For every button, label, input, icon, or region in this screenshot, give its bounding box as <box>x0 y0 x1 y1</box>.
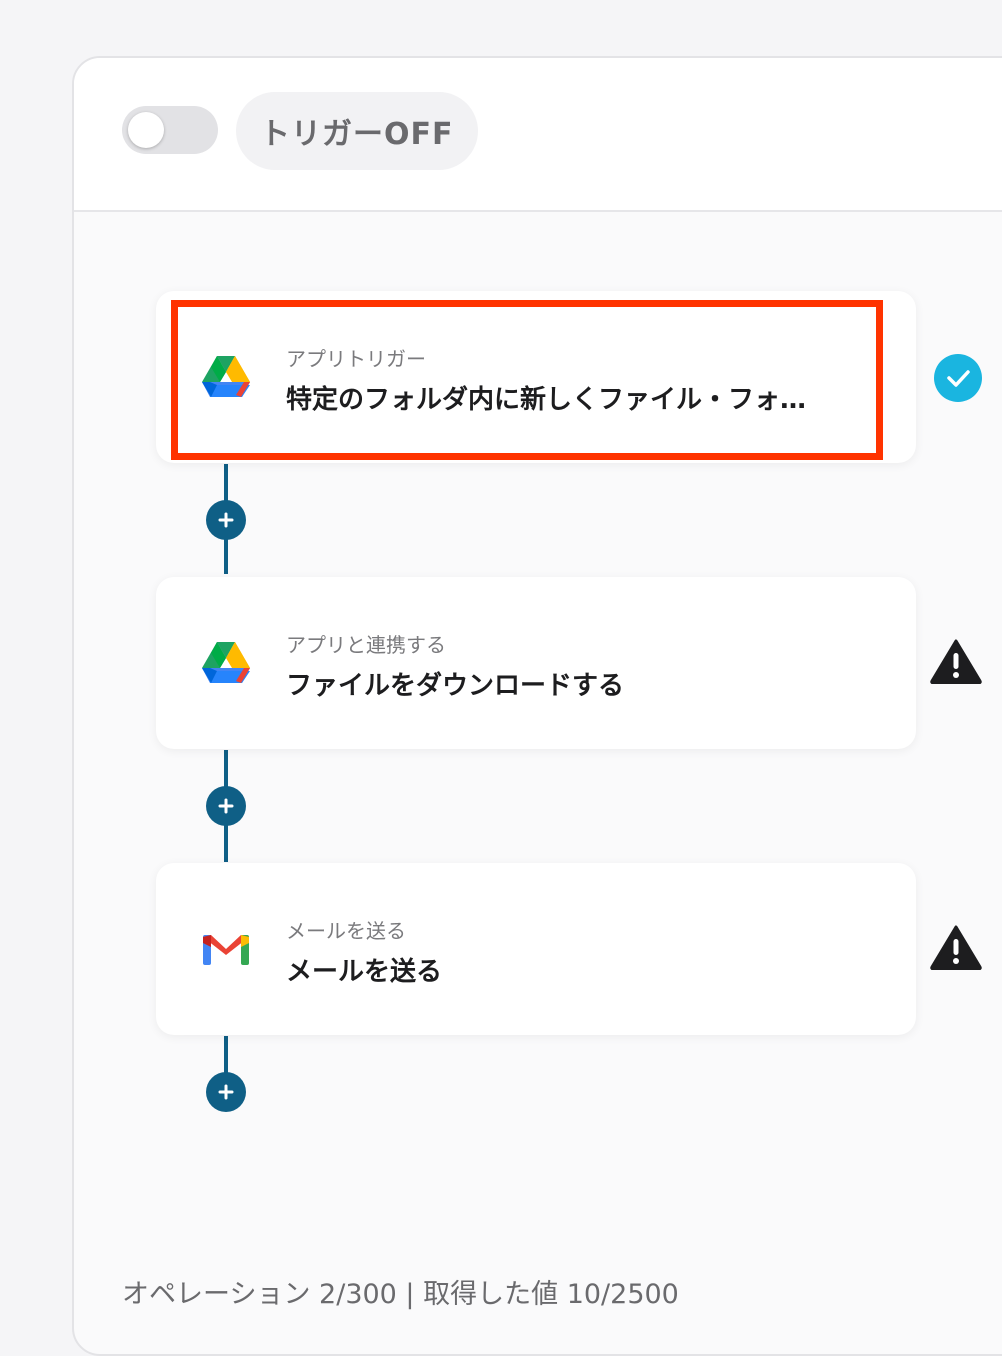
flow-step-download[interactable]: アプリと連携する ファイルをダウンロードする <box>156 577 916 749</box>
flow-step-trigger[interactable]: アプリトリガー 特定のフォルダ内に新しくファイル・フォ… <box>156 291 916 463</box>
step-title: 特定のフォルダ内に新しくファイル・フォ… <box>286 385 807 415</box>
check-icon <box>934 354 982 402</box>
google-drive-icon <box>202 642 250 683</box>
step-type-label: メールを送る <box>286 919 406 943</box>
plus-icon <box>218 512 234 528</box>
warning-icon <box>930 925 982 970</box>
google-drive-icon <box>202 356 250 397</box>
step-type-label: アプリと連携する <box>286 633 446 657</box>
step-title: ファイルをダウンロードする <box>286 671 625 701</box>
plus-icon <box>218 798 234 814</box>
gmail-icon <box>203 935 249 965</box>
trigger-status-label: トリガーOFF <box>236 92 478 170</box>
usage-summary: オペレーション 2/300 | 取得した値 10/2500 <box>122 1279 679 1310</box>
flow-step-send-mail[interactable]: メールを送る メールを送る <box>156 863 916 1035</box>
panel-header: トリガーOFF <box>74 58 1002 212</box>
step-type-label: アプリトリガー <box>286 347 426 371</box>
trigger-toggle[interactable] <box>122 106 218 154</box>
plus-icon <box>218 1084 234 1100</box>
toggle-knob <box>128 112 164 148</box>
add-step-button[interactable] <box>206 500 246 540</box>
warning-icon <box>930 639 982 684</box>
add-step-button[interactable] <box>206 786 246 826</box>
step-title: メールを送る <box>286 957 443 987</box>
add-step-button[interactable] <box>206 1072 246 1112</box>
